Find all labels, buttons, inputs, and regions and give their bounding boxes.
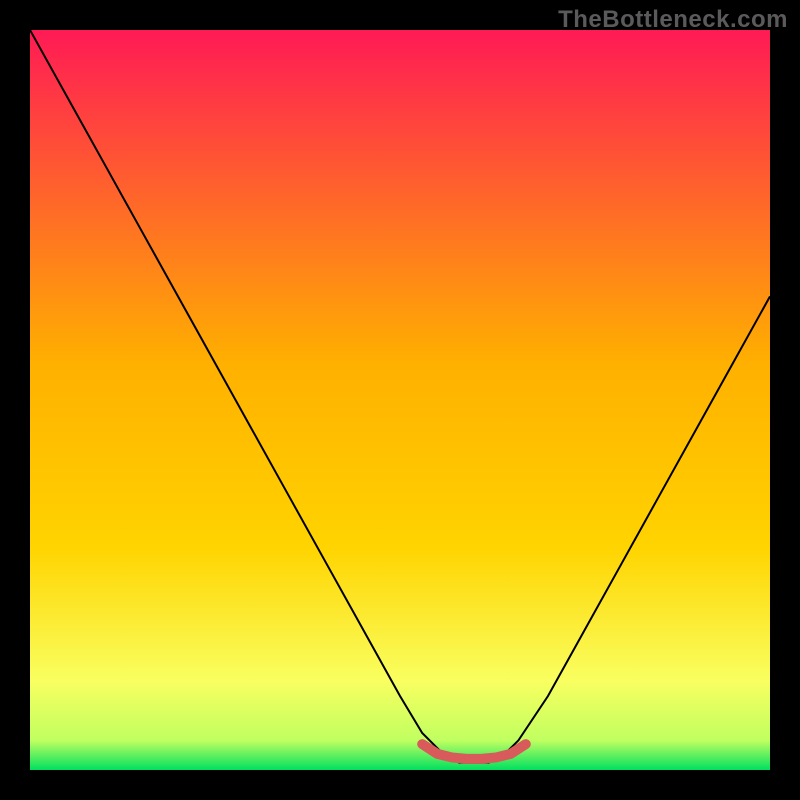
gradient-background bbox=[30, 30, 770, 770]
chart-frame bbox=[30, 30, 770, 770]
watermark-text: TheBottleneck.com bbox=[558, 6, 788, 34]
bottleneck-chart bbox=[30, 30, 770, 770]
